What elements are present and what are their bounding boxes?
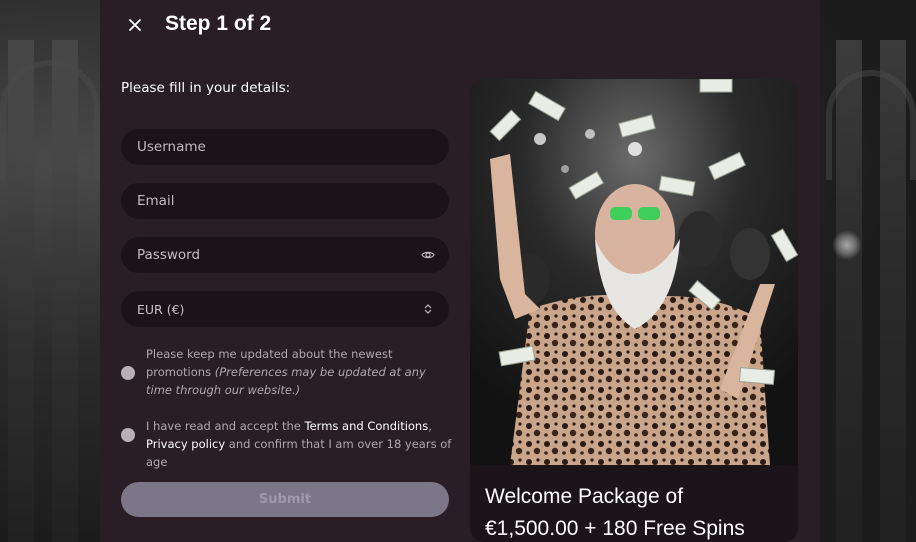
promotions-radio[interactable] bbox=[121, 366, 135, 380]
form-intro: Please fill in your details: bbox=[121, 80, 291, 96]
terms-radio[interactable] bbox=[121, 428, 135, 442]
email-field[interactable] bbox=[121, 183, 449, 219]
background-arch bbox=[826, 70, 916, 180]
promo-title: Welcome Package of €1,500.00 + 180 Free … bbox=[485, 481, 785, 542]
currency-select[interactable]: EUR (€) bbox=[121, 291, 449, 327]
terms-link[interactable]: Terms and Conditions bbox=[305, 419, 429, 433]
step-title: Step 1 of 2 bbox=[165, 12, 272, 35]
close-icon[interactable] bbox=[124, 14, 146, 36]
submit-button[interactable]: Submit bbox=[121, 482, 449, 517]
password-input[interactable] bbox=[137, 247, 433, 263]
promo-caption: Welcome Package of €1,500.00 + 180 Free … bbox=[470, 465, 798, 542]
promo-card: Welcome Package of €1,500.00 + 180 Free … bbox=[470, 79, 798, 542]
background-lamp bbox=[832, 230, 862, 260]
background-arch bbox=[0, 60, 100, 180]
terms-label: I have read and accept the Terms and Con… bbox=[146, 417, 452, 471]
promotions-label: Please keep me updated about the newest … bbox=[146, 345, 452, 399]
password-field[interactable] bbox=[121, 237, 449, 273]
currency-value: EUR (€) bbox=[137, 301, 185, 317]
promo-title-line1: Welcome Package of bbox=[485, 485, 684, 508]
privacy-link[interactable]: Privacy policy bbox=[146, 437, 225, 451]
eye-icon[interactable] bbox=[421, 248, 435, 262]
username-input[interactable] bbox=[137, 139, 433, 155]
promo-image bbox=[470, 79, 798, 465]
email-input[interactable] bbox=[137, 193, 433, 209]
username-field[interactable] bbox=[121, 129, 449, 165]
promo-title-line2: €1,500.00 + 180 Free Spins bbox=[485, 517, 745, 540]
terms-comma: , bbox=[428, 419, 432, 433]
sort-caret-icon bbox=[424, 303, 432, 315]
terms-prefix: I have read and accept the bbox=[146, 419, 305, 433]
